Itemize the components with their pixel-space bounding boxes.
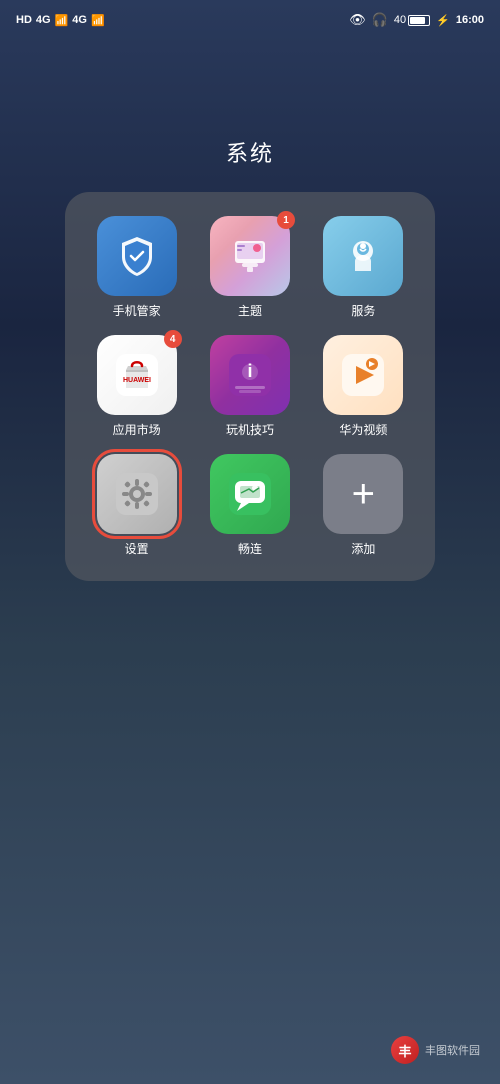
- watermark-logo-text: 丰: [398, 1041, 411, 1060]
- app-icon-guanjia: [97, 216, 177, 296]
- folder-title: 系统: [226, 136, 274, 168]
- app-item-changlian[interactable]: 畅连: [198, 454, 301, 557]
- app-icon-wrap-zhuti: 1: [210, 216, 290, 296]
- battery-container: 40: [394, 14, 430, 26]
- app-item-guanjia[interactable]: 手机管家: [85, 216, 188, 319]
- app-icon-add: +: [323, 454, 403, 534]
- app-label-add: 添加: [351, 540, 375, 557]
- battery-icon: [408, 15, 430, 26]
- signal-icon-2: 📶: [91, 14, 105, 27]
- app-icon-wanjiqiaojiao: i: [210, 335, 290, 415]
- app-label-zhuti: 主题: [238, 302, 262, 319]
- eye-icon: 👁: [349, 12, 366, 28]
- app-icon-wrap-appstore: 4 HUAWEI: [97, 335, 177, 415]
- appstore-svg: HUAWEI: [114, 352, 160, 398]
- badge-zhuti: 1: [277, 211, 295, 229]
- signal-label-1: 4G: [36, 14, 51, 26]
- app-icon-appstore: HUAWEI: [97, 335, 177, 415]
- app-label-guanjia: 手机管家: [113, 302, 161, 319]
- watermark: 丰 丰图软件园: [391, 1036, 480, 1064]
- folder-container: 手机管家 1: [65, 192, 435, 581]
- theme-svg: [227, 233, 273, 279]
- svg-text:HUAWEI: HUAWEI: [123, 377, 151, 384]
- battery-label: 40: [394, 14, 406, 26]
- status-bar: HD 4G 📶 4G 📶 👁 🎧 40 ⚡ 16:00: [0, 0, 500, 36]
- app-icon-wrap-wanjiqiaojiao: i: [210, 335, 290, 415]
- app-icon-changlian: [210, 454, 290, 534]
- app-icon-wrap-huaweivideo: [323, 335, 403, 415]
- app-item-appstore[interactable]: 4 HUAWEI: [85, 335, 188, 438]
- app-label-wanjiqiaojiao: 玩机技巧: [226, 421, 274, 438]
- app-item-fuwu[interactable]: 服务: [312, 216, 415, 319]
- app-item-huaweivideo[interactable]: 华为视频: [312, 335, 415, 438]
- app-item-settings[interactable]: 设置: [85, 454, 188, 557]
- signal-label-2: 4G: [72, 14, 87, 26]
- app-icon-wrap-settings: [97, 454, 177, 534]
- shield-svg: [114, 233, 160, 279]
- status-right: 👁 🎧 40 ⚡ 16:00: [349, 12, 484, 28]
- app-label-appstore: 应用市场: [113, 421, 161, 438]
- app-icon-wrap-guanjia: [97, 216, 177, 296]
- app-item-zhuti[interactable]: 1 主题: [198, 216, 301, 319]
- app-icon-huaweivideo: [323, 335, 403, 415]
- app-label-huaweivideo: 华为视频: [339, 421, 387, 438]
- app-icon-wrap-changlian: [210, 454, 290, 534]
- video-svg: [340, 352, 386, 398]
- signal-icon-1: 📶: [55, 14, 69, 27]
- app-icon-fuwu: [323, 216, 403, 296]
- app-label-fuwu: 服务: [351, 302, 375, 319]
- tips-svg: i: [227, 352, 273, 398]
- watermark-site: 丰图软件园: [425, 1042, 480, 1058]
- svg-text:i: i: [247, 361, 252, 381]
- app-item-wanjiqiaojiao[interactable]: i 玩机技巧: [198, 335, 301, 438]
- app-grid: 手机管家 1: [85, 216, 415, 557]
- time-display: 16:00: [456, 14, 484, 26]
- hd-label: HD: [16, 14, 32, 26]
- service-svg: [340, 233, 386, 279]
- watermark-logo: 丰: [391, 1036, 419, 1064]
- chat-svg: [227, 471, 273, 517]
- app-icon-wrap-add: +: [323, 454, 403, 534]
- app-icon-zhuti: [210, 216, 290, 296]
- app-icon-wrap-fuwu: [323, 216, 403, 296]
- status-left: HD 4G 📶 4G 📶: [16, 14, 105, 27]
- badge-appstore: 4: [164, 330, 182, 348]
- app-label-settings: 设置: [125, 540, 149, 557]
- app-icon-settings: [97, 454, 177, 534]
- main-content: 系统 手机管家 1: [0, 36, 500, 581]
- headphone-icon: 🎧: [372, 12, 388, 28]
- app-label-changlian: 畅连: [238, 540, 262, 557]
- charging-icon: ⚡: [436, 14, 450, 27]
- settings-svg: [114, 471, 160, 517]
- app-item-add[interactable]: + 添加: [312, 454, 415, 557]
